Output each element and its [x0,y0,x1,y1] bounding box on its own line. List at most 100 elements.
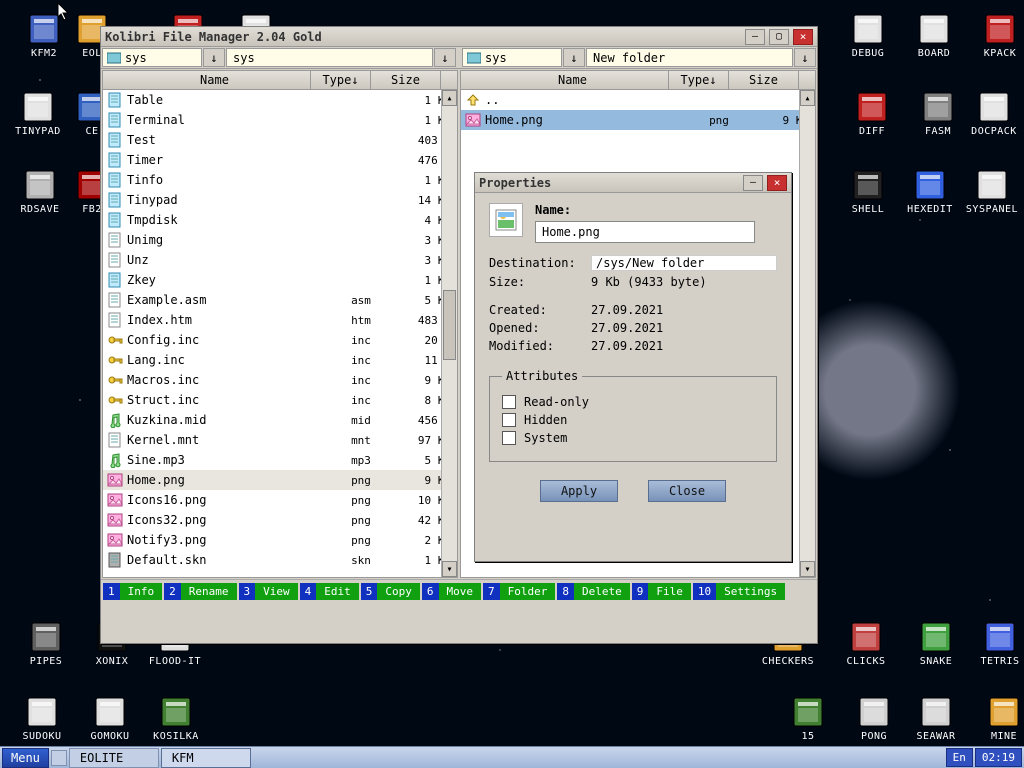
desktop-icon-kpack[interactable]: KPACK [970,12,1024,59]
col-name-header[interactable]: Name [119,71,311,89]
file-row[interactable]: Example.asmasm5 Kb [103,290,457,310]
fn-delete-button[interactable]: 8Delete [557,582,629,601]
desktop-icon-mine[interactable]: MINE [974,695,1024,742]
file-row[interactable]: Terminal1 Kb [103,110,457,130]
desktop-icon-fasm[interactable]: FASM [908,90,968,137]
file-row[interactable]: Tinypad14 Kb [103,190,457,210]
file-row[interactable]: Table1 Kb [103,90,457,110]
fn-rename-button[interactable]: 2Rename [164,582,236,601]
col-type-header[interactable]: Type↓ [311,71,371,89]
file-row[interactable]: Test403 B [103,130,457,150]
titlebar[interactable]: Kolibri File Manager 2.04 Gold × [101,27,817,47]
right-path-dropdown[interactable]: ↓ [794,48,816,67]
file-row[interactable]: Tmpdisk4 Kb [103,210,457,230]
desktop-icon-debug[interactable]: DEBUG [838,12,898,59]
hidden-checkbox[interactable]: Hidden [502,413,764,427]
left-path-dropdown[interactable]: ↓ [434,48,456,67]
file-row[interactable]: Kernel.mntmnt97 Kb [103,430,457,450]
desktop-icon-hexedit[interactable]: HEXEDIT [900,168,960,215]
taskbar-sys-icon[interactable] [51,750,67,766]
scroll-thumb[interactable] [443,290,456,360]
desktop-icon-kosilka[interactable]: KOSILKA [146,695,206,742]
file-row[interactable]: Unz3 Kb [103,250,457,270]
desktop-icon-snake[interactable]: SNAKE [906,620,966,667]
desktop-icon-pipes[interactable]: PIPES [16,620,76,667]
file-row[interactable]: Home.pngpng9 Kb [103,470,457,490]
fn-folder-button[interactable]: 7Folder [483,582,555,601]
left-drive-selector[interactable]: sys [102,48,202,67]
desktop-icon-tetris[interactable]: TETRIS [970,620,1024,667]
left-drive-dropdown[interactable]: ↓ [203,48,225,67]
name-input[interactable] [535,221,755,243]
taskbar-app-kfm[interactable]: KFM [161,748,251,768]
lang-indicator[interactable]: En [946,748,973,767]
col-size-header[interactable]: Size [371,71,441,89]
file-row[interactable]: Sine.mp3mp35 Kb [103,450,457,470]
scroll-up-button[interactable]: ▴ [442,90,457,106]
parent-dir-row[interactable]: .. [461,90,815,110]
fn-move-button[interactable]: 6Move [422,582,481,601]
fn-view-button[interactable]: 3View [239,582,298,601]
minimize-button[interactable] [745,29,765,45]
fn-settings-button[interactable]: 10Settings [693,582,785,601]
file-row[interactable]: Index.htmhtm483 B [103,310,457,330]
maximize-button[interactable] [769,29,789,45]
fn-file-button[interactable]: 9File [632,582,691,601]
file-row[interactable]: Tinfo1 Kb [103,170,457,190]
desktop-icon-sudoku[interactable]: SUDOKU [12,695,72,742]
clock[interactable]: 02:19 [975,748,1022,767]
desktop-icon-15[interactable]: 15 [778,695,838,742]
desktop-icon-seawar[interactable]: SEAWAR [906,695,966,742]
file-row[interactable]: Macros.incinc9 Kb [103,370,457,390]
file-row[interactable]: Icons32.pngpng42 Kb [103,510,457,530]
col-type-header[interactable]: Type↓ [669,71,729,89]
desktop-icon-tinypad[interactable]: TINYPAD [8,90,68,137]
properties-titlebar[interactable]: Properties × [475,173,791,193]
desktop-icon-board[interactable]: BOARD [904,12,964,59]
close-props-button[interactable]: Close [648,480,726,502]
right-drive-selector[interactable]: sys [462,48,562,67]
file-row[interactable]: Unimg3 Kb [103,230,457,250]
apply-button[interactable]: Apply [540,480,618,502]
close-button[interactable]: × [793,29,813,45]
right-drive-dropdown[interactable]: ↓ [563,48,585,67]
desktop-icon-syspanel[interactable]: SYSPANEL [962,168,1022,215]
file-row[interactable]: Notify3.pngpng2 Kb [103,530,457,550]
left-scrollbar[interactable]: ▴ ▾ [441,90,457,577]
desktop-icon-pong[interactable]: PONG [844,695,904,742]
col-name-header[interactable]: Name [477,71,669,89]
left-path-field[interactable]: sys [226,48,433,67]
file-row[interactable]: Config.incinc20 B [103,330,457,350]
scroll-up-button[interactable]: ▴ [800,90,815,106]
col-size-header[interactable]: Size [729,71,799,89]
file-row[interactable]: Kuzkina.midmid456 B [103,410,457,430]
file-row[interactable]: Timer476 B [103,150,457,170]
fn-edit-button[interactable]: 4Edit [300,582,359,601]
right-path-field[interactable]: New folder [586,48,793,67]
desktop-icon-rdsave[interactable]: RDSAVE [10,168,70,215]
desktop-icon-clicks[interactable]: CLICKS [836,620,896,667]
file-row[interactable]: Home.pngpng9 Kb [461,110,815,130]
file-row[interactable]: Zkey1 Kb [103,270,457,290]
desktop-icon-gomoku[interactable]: GOMOKU [80,695,140,742]
desktop-icon-diff[interactable]: DIFF [842,90,902,137]
file-row[interactable]: Icons16.pngpng10 Kb [103,490,457,510]
desktop-icon-docpack[interactable]: DOCPACK [964,90,1024,137]
taskbar-app-eolite[interactable]: EOLITE [69,748,159,768]
left-file-list[interactable]: Table1 KbTerminal1 KbTest403 BTimer476 B… [103,90,457,577]
opened-label: Opened: [489,321,583,335]
minimize-button[interactable] [743,175,763,191]
right-scrollbar[interactable]: ▴ ▾ [799,90,815,577]
scroll-down-button[interactable]: ▾ [442,561,457,577]
file-row[interactable]: Lang.incinc11 B [103,350,457,370]
readonly-checkbox[interactable]: Read-only [502,395,764,409]
file-row[interactable]: Default.sknskn1 Kb [103,550,457,570]
system-checkbox[interactable]: System [502,431,764,445]
file-row[interactable]: Struct.incinc8 Kb [103,390,457,410]
fn-copy-button[interactable]: 5Copy [361,582,420,601]
close-button[interactable]: × [767,175,787,191]
fn-info-button[interactable]: 1Info [103,582,162,601]
start-menu-button[interactable]: Menu [2,748,49,768]
scroll-down-button[interactable]: ▾ [800,561,815,577]
desktop-icon-shell[interactable]: SHELL [838,168,898,215]
